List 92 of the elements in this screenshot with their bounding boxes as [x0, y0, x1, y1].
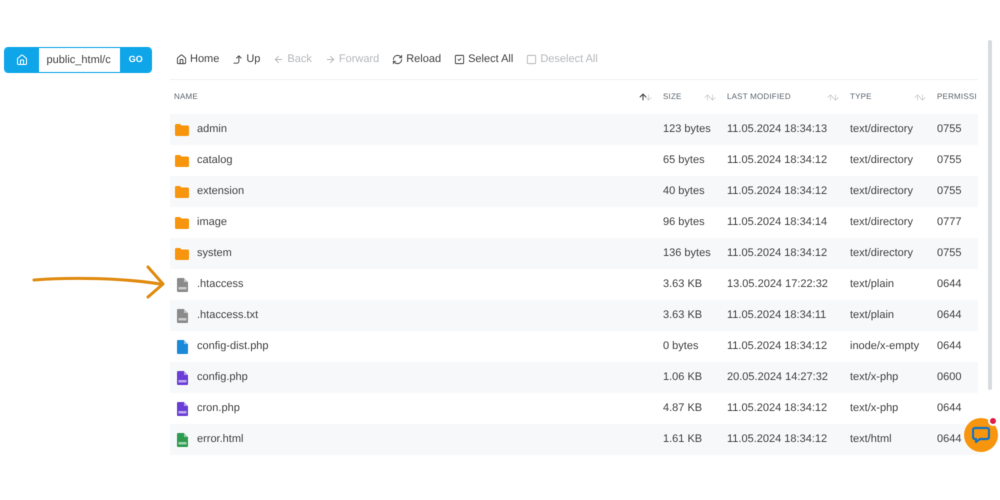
- table-cell-text: text/x-php: [849, 370, 900, 386]
- table-cell-text: inode/x-empty: [849, 339, 920, 354]
- table-cell-text: 11.05.2024 18:34:11: [726, 308, 828, 324]
- table-cell-text: 96 bytes: [662, 215, 706, 230]
- table-cell-text: 13.05.2024 17:22:32: [726, 277, 829, 292]
- right-arrow-icon: [324, 54, 336, 65]
- table-cell-text: 11.05.2024 18:34:12: [726, 184, 828, 200]
- file-name[interactable]: config-dist.php: [197, 338, 269, 355]
- table-cell-text: 20.05.2024 14:27:32: [726, 370, 829, 386]
- table-cell-text: 3.63 KB: [662, 308, 704, 324]
- column-header[interactable]: PERMISSI: [937, 91, 977, 103]
- sort-icon[interactable]: [638, 92, 653, 102]
- table-cell-text: 1.06 KB: [662, 370, 704, 386]
- table-cell-text: 40 bytes: [662, 184, 706, 200]
- table-cell-text: 0755: [936, 246, 962, 262]
- php-file-icon: [176, 402, 188, 416]
- file-name[interactable]: config.php: [197, 369, 248, 386]
- table-cell-text: text/directory: [849, 153, 914, 168]
- table-cell-text: 11.05.2024 18:34:12: [726, 401, 828, 416]
- table-cell-text: text/plain: [849, 308, 896, 324]
- html-file-icon: [176, 432, 188, 446]
- column-header[interactable]: LAST MODIFIED: [727, 91, 791, 103]
- table-cell-text: 4.87 KB: [662, 401, 704, 416]
- table-cell-text: text/x-php: [849, 401, 900, 416]
- toolbar-button[interactable]: Reload: [392, 51, 442, 68]
- file-name[interactable]: catalog: [197, 152, 232, 169]
- scrollbar[interactable]: [988, 40, 992, 390]
- table-cell-text: 11.05.2024 18:34:13: [726, 122, 828, 138]
- chat-icon: [972, 426, 990, 444]
- file-name[interactable]: .htaccess.txt: [197, 307, 258, 324]
- file-name[interactable]: system: [197, 245, 232, 262]
- text-file-icon: [176, 308, 188, 322]
- table-cell-text: 0600: [936, 370, 962, 386]
- table-cell-text: 65 bytes: [662, 153, 706, 168]
- empty-box-icon: [526, 54, 538, 65]
- folder-icon: [175, 124, 189, 136]
- table-cell-text: 11.05.2024 18:34:12: [726, 432, 828, 448]
- table-cell-text: text/plain: [849, 277, 896, 292]
- file-icon: [176, 340, 188, 354]
- file-row[interactable]: error.html 1.61 KB 11.05.2024 18:34:12 text/html 0644: [170, 424, 978, 455]
- checked-box-icon: [454, 54, 466, 65]
- file-row[interactable]: extension 40 bytes 11.05.2024 18:34:12 text/directory 0755: [170, 176, 978, 207]
- column-header[interactable]: NAME: [174, 91, 198, 103]
- php-file-icon: [176, 370, 188, 384]
- table-cell-text: 0644: [936, 432, 962, 448]
- column-header[interactable]: SIZE: [663, 91, 682, 103]
- file-name[interactable]: admin: [197, 121, 227, 138]
- file-name[interactable]: extension: [197, 183, 244, 200]
- table-cell-text: 11.05.2024 18:34:12: [726, 339, 828, 354]
- up-arrow-icon: [232, 54, 244, 65]
- table-cell-text: text/html: [849, 432, 893, 448]
- home-icon: [176, 54, 187, 65]
- folder-icon: [175, 186, 189, 198]
- table-cell-text: 0644: [936, 277, 962, 292]
- table-cell-text: 136 bytes: [662, 246, 712, 262]
- text-file-icon: [176, 278, 188, 292]
- file-name[interactable]: error.html: [197, 431, 244, 448]
- left-arrow-icon: [273, 54, 284, 65]
- toolbar-button[interactable]: Up: [232, 51, 260, 68]
- file-name[interactable]: cron.php: [197, 400, 240, 417]
- table-cell-text: 0755: [936, 122, 962, 138]
- reload-icon: [392, 54, 404, 65]
- toolbar-button[interactable]: Home: [176, 51, 220, 68]
- table-cell-text: 1.61 KB: [662, 432, 704, 448]
- file-row[interactable]: system 136 bytes 11.05.2024 18:34:12 text/directory 0755: [170, 238, 978, 269]
- table-cell-text: 11.05.2024 18:34:12: [726, 153, 828, 168]
- folder-icon: [175, 216, 189, 228]
- file-row[interactable]: admin 123 bytes 11.05.2024 18:34:13 text/directory 0755: [170, 114, 978, 145]
- chat-button[interactable]: [964, 418, 998, 452]
- folder-icon: [175, 248, 189, 260]
- column-header[interactable]: TYPE: [850, 91, 872, 103]
- table-cell-text: 0 bytes: [662, 339, 700, 354]
- table-cell-text: text/directory: [849, 184, 914, 200]
- table-cell-text: text/directory: [849, 122, 914, 138]
- table-cell-text: text/directory: [849, 246, 914, 262]
- table-cell-text: 0644: [936, 339, 962, 354]
- table-cell-text: 0755: [936, 184, 962, 200]
- file-name[interactable]: .htaccess: [197, 276, 244, 293]
- table-cell-text: 11.05.2024 18:34:14: [726, 215, 828, 230]
- table-cell-text: 0755: [936, 153, 962, 168]
- table-cell-text: 123 bytes: [662, 122, 712, 138]
- table-cell-text: 0644: [936, 308, 962, 324]
- file-name[interactable]: image: [197, 214, 227, 231]
- table-cell-text: 0777: [936, 215, 962, 230]
- folder-icon: [175, 154, 189, 166]
- file-row[interactable]: .htaccess.txt 3.63 KB 11.05.2024 18:34:11 text/plain 0644: [170, 300, 978, 331]
- table-cell-text: text/directory: [849, 215, 914, 230]
- table-cell-text: 0644: [936, 401, 962, 416]
- toolbar-button[interactable]: Select All: [454, 51, 514, 68]
- table-cell-text: 11.05.2024 18:34:12: [726, 246, 828, 262]
- file-row[interactable]: config.php 1.06 KB 20.05.2024 14:27:32 text/x-php 0600: [170, 362, 978, 393]
- table-cell-text: 3.63 KB: [662, 277, 704, 292]
